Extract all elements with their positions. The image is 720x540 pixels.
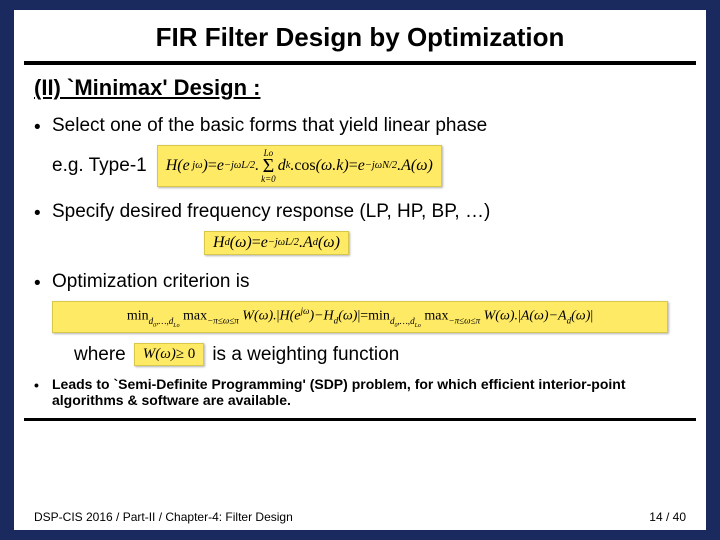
where-post: is a weighting function bbox=[212, 344, 399, 366]
equation-minimax: mind0,…,dLo max−π≤ω≤π W(ω).|H(ejω)−Hd(ω)… bbox=[52, 301, 668, 333]
bullet-dot-icon: • bbox=[34, 376, 52, 393]
footer-left: DSP-CIS 2016 / Part-II / Chapter-4: Filt… bbox=[34, 510, 293, 524]
bullet-1: • Select one of the basic forms that yie… bbox=[34, 115, 686, 139]
bullet-3: • Optimization criterion is bbox=[34, 271, 686, 295]
equation-hd: Hd(ω)=e−jωL/2.Ad(ω) bbox=[204, 231, 349, 255]
equation-type1: H(e jω)=e−jωL/2.LoΣk=0dk.cos(ω.k)=e−jωN/… bbox=[157, 145, 442, 187]
where-row: where W(ω) ≥ 0 is a weighting function bbox=[74, 343, 686, 366]
bullet-dot-icon: • bbox=[34, 201, 52, 225]
bullet-4-text: Leads to `Semi-Definite Programming' (SD… bbox=[52, 376, 686, 408]
footer-page-number: 14 / 40 bbox=[649, 510, 686, 524]
bullet-3-text: Optimization criterion is bbox=[52, 271, 686, 293]
bullet-2: • Specify desired frequency response (LP… bbox=[34, 201, 686, 225]
equation-weight: W(ω) ≥ 0 bbox=[134, 343, 205, 366]
title-divider bbox=[24, 61, 696, 65]
footer-divider bbox=[24, 418, 696, 421]
eg-label: e.g. Type-1 bbox=[52, 155, 147, 177]
where-label: where bbox=[74, 344, 126, 366]
bullet-1-text: Select one of the basic forms that yield… bbox=[52, 115, 686, 137]
hd-row: Hd(ω)=e−jωL/2.Ad(ω) bbox=[204, 231, 686, 255]
bullet-2-text: Specify desired frequency response (LP, … bbox=[52, 201, 686, 223]
slide-body: (II) `Minimax' Design : • Select one of … bbox=[14, 75, 706, 408]
bullet-dot-icon: • bbox=[34, 115, 52, 139]
slide-title: FIR Filter Design by Optimization bbox=[14, 10, 706, 61]
slide-footer: DSP-CIS 2016 / Part-II / Chapter-4: Filt… bbox=[34, 510, 686, 524]
slide: FIR Filter Design by Optimization (II) `… bbox=[14, 10, 706, 530]
bullet-4: • Leads to `Semi-Definite Programming' (… bbox=[34, 376, 686, 408]
bullet-dot-icon: • bbox=[34, 271, 52, 295]
section-subtitle: (II) `Minimax' Design : bbox=[34, 75, 686, 101]
type1-row: e.g. Type-1 H(e jω)=e−jωL/2.LoΣk=0dk.cos… bbox=[52, 145, 686, 187]
